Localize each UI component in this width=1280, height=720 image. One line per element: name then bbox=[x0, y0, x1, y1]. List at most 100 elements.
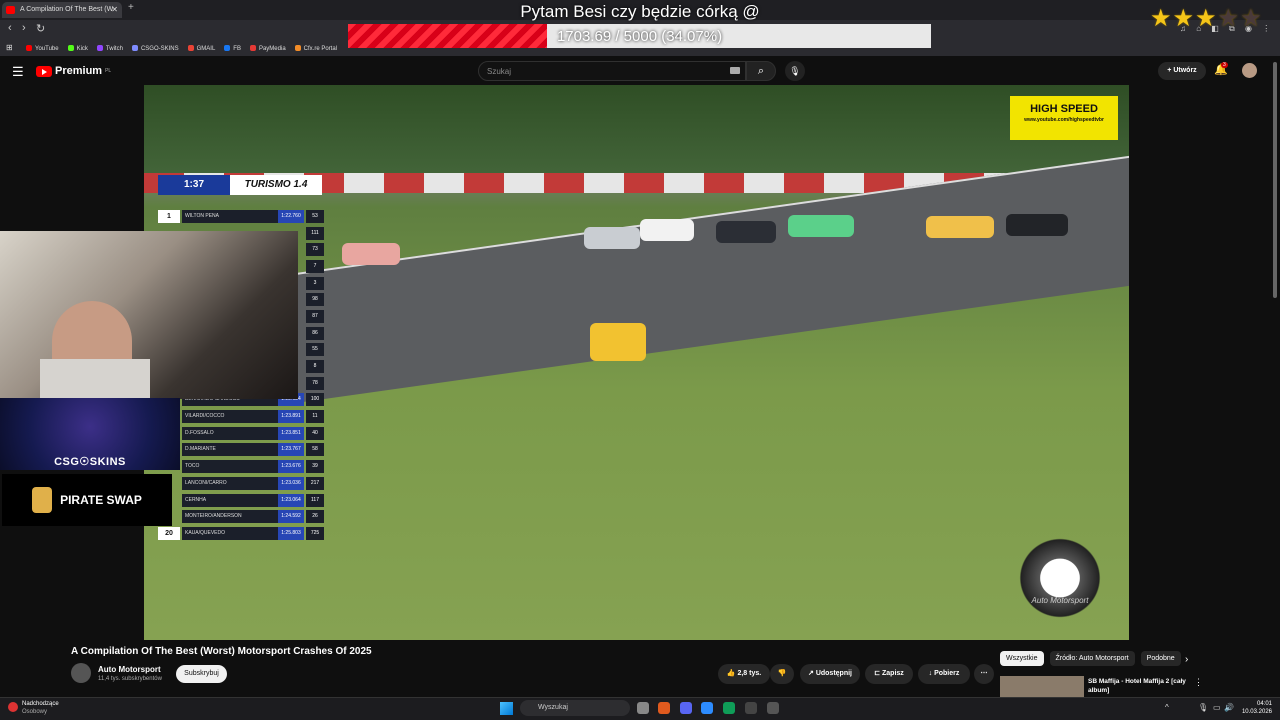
logo-region: PL bbox=[105, 68, 112, 74]
logo-text: Premium bbox=[55, 65, 103, 77]
star-icon: ★ bbox=[1172, 5, 1195, 32]
recommended-title[interactable]: SB Maffija - Hotel Maffija 2 [cały album… bbox=[1088, 677, 1188, 695]
leaderboard-name: CERNHA bbox=[182, 493, 278, 507]
race-car bbox=[1006, 214, 1068, 236]
leaderboard-gap: 87 bbox=[306, 309, 324, 323]
search-icon: ⌕ bbox=[757, 65, 765, 77]
star-icon: ★ bbox=[1217, 5, 1240, 32]
new-tab-button[interactable]: + bbox=[128, 2, 134, 13]
download-label: Pobierz bbox=[934, 670, 960, 677]
more-actions-button[interactable]: ⋯ bbox=[974, 664, 994, 684]
mic-tray-icon[interactable]: 🎙 bbox=[1198, 703, 1208, 712]
leaderboard-pos: 1 bbox=[158, 209, 180, 223]
leaderboard-name: D.FOSSALO bbox=[182, 426, 278, 440]
thumbs-down-icon: 👎 bbox=[777, 670, 787, 677]
filter-chip[interactable]: Źródło: Auto Motorsport bbox=[1049, 651, 1135, 666]
search-input[interactable]: Szukaj bbox=[478, 61, 746, 81]
notification-badge: 3 bbox=[1221, 62, 1228, 68]
voice-search-button[interactable]: 🎙 bbox=[785, 61, 805, 81]
bookmark-item[interactable]: YouTube bbox=[26, 45, 59, 52]
leaderboard-gap: 58 bbox=[306, 443, 324, 457]
bookmark-icon: ⊏ bbox=[874, 670, 881, 677]
clock[interactable]: 04:01 10.03.2026 bbox=[1236, 700, 1272, 716]
browser-tab[interactable]: A Compilation Of The Best (W ✕ bbox=[2, 2, 122, 18]
chevron-right-icon[interactable]: › bbox=[1185, 654, 1188, 665]
leaderboard-time: 1:25.803 bbox=[278, 526, 304, 540]
pirate-swap-banner: PIRATE SWAP bbox=[2, 474, 172, 526]
bookmark-item[interactable]: Twitch bbox=[97, 45, 123, 52]
pirate-swap-label: PIRATE SWAP bbox=[60, 492, 142, 507]
windows-start-icon[interactable] bbox=[500, 702, 513, 715]
tray-chevron-icon[interactable]: ^ bbox=[1165, 703, 1169, 712]
leaderboard-gap: 117 bbox=[306, 493, 324, 507]
more-options-icon[interactable]: ⋮ bbox=[1194, 677, 1203, 688]
save-button[interactable]: ⊏ Zapisz bbox=[865, 664, 913, 684]
reload-icon[interactable]: ↻ bbox=[36, 22, 45, 35]
race-timer: 1:37 TURISMO 1.4 bbox=[158, 175, 322, 195]
download-button[interactable]: ↓ Pobierz bbox=[918, 664, 970, 684]
leaderboard-gap: 725 bbox=[306, 526, 324, 540]
clock-date: 10.03.2026 bbox=[1241, 709, 1272, 715]
brave-icon[interactable] bbox=[658, 702, 670, 714]
menu-icon[interactable]: ☰ bbox=[12, 64, 24, 80]
share-button[interactable]: ↗ Udostępnij bbox=[800, 664, 860, 684]
clock-time: 04:01 bbox=[1256, 701, 1272, 707]
leaderboard-pos: 20 bbox=[158, 526, 180, 540]
taskbar-search[interactable]: Wyszukaj bbox=[520, 700, 630, 716]
goal-progress-bar: 1703.69 / 5000 (34.07%) bbox=[348, 24, 931, 48]
obs-icon[interactable] bbox=[745, 702, 757, 714]
leaderboard-time: 1:22.760 bbox=[278, 209, 304, 223]
bookmark-item[interactable]: PayMedia bbox=[250, 45, 286, 52]
leaderboard-name: KAUA/QUEVEDO bbox=[182, 526, 278, 540]
dislike-button[interactable]: 👎 bbox=[770, 664, 794, 684]
youtube-favicon-icon bbox=[6, 6, 15, 14]
bookmark-item[interactable]: FB bbox=[224, 45, 241, 52]
app-icon[interactable] bbox=[723, 702, 735, 714]
scrollbar[interactable] bbox=[1273, 62, 1277, 298]
discord-icon[interactable] bbox=[680, 702, 692, 714]
leaderboard-gap: 217 bbox=[306, 476, 324, 490]
channel-avatar[interactable] bbox=[71, 663, 91, 683]
leaderboard-time: 1:23.891 bbox=[278, 410, 304, 424]
subscribe-button[interactable]: Subskrybuj bbox=[176, 665, 227, 683]
leaderboard-name: D.MARIANTE bbox=[182, 443, 278, 457]
avatar[interactable] bbox=[1242, 63, 1257, 78]
weather-sub: Osobowy bbox=[22, 709, 48, 715]
leaderboard-gap: 7 bbox=[306, 259, 324, 273]
filter-chip[interactable]: Podobne bbox=[1140, 651, 1181, 666]
search-button[interactable]: ⌕ bbox=[746, 61, 776, 81]
sponsor-url: www.youtube.com/highspeedtvbr bbox=[1024, 117, 1104, 123]
close-tab-icon[interactable]: ✕ bbox=[111, 2, 118, 18]
create-button[interactable]: + Utwórz bbox=[1158, 62, 1206, 80]
weather-widget[interactable]: Nadchodzące Osobowy bbox=[8, 700, 59, 716]
race-car bbox=[926, 216, 994, 238]
task-view-icon[interactable] bbox=[637, 702, 649, 714]
back-icon[interactable]: ‹ bbox=[8, 22, 12, 34]
like-button[interactable]: 👍 2,8 tys. bbox=[718, 664, 770, 684]
bookmark-item[interactable]: Cfx.re Portal bbox=[295, 45, 337, 52]
leaderboard-gap: 100 bbox=[306, 393, 324, 407]
video-scene-trees bbox=[144, 85, 1129, 180]
leaderboard-name: LANCONI/CARRO bbox=[182, 476, 278, 490]
bookmark-item[interactable]: CSGO-SKINS bbox=[132, 45, 179, 52]
app-icon[interactable] bbox=[767, 702, 779, 714]
bookmark-item[interactable]: Kick bbox=[68, 45, 88, 52]
youtube-logo[interactable]: Premium PL bbox=[36, 65, 111, 77]
leaderboard-time: 1:23.064 bbox=[278, 493, 304, 507]
leaderboard-gap: 11 bbox=[306, 410, 324, 424]
keyboard-icon[interactable] bbox=[730, 67, 740, 74]
forward-icon[interactable]: › bbox=[22, 22, 26, 34]
race-car bbox=[788, 215, 854, 237]
leaderboard-row: D.MARIANTE 1:23.767 58 bbox=[158, 442, 324, 459]
channel-name[interactable]: Auto Motorsport bbox=[98, 665, 161, 674]
leaderboard-gap: 98 bbox=[306, 293, 324, 307]
star-icon: ★ bbox=[1240, 5, 1262, 32]
display-icon[interactable]: ▭ bbox=[1213, 703, 1221, 712]
app-icon[interactable] bbox=[701, 702, 713, 714]
star-icon: ★ bbox=[1195, 5, 1217, 32]
leaderboard-time: 1:23.767 bbox=[278, 443, 304, 457]
apps-grid-icon[interactable]: ⊞ bbox=[6, 43, 13, 52]
bookmark-item[interactable]: GMAIL bbox=[188, 45, 216, 52]
volume-icon[interactable]: 🔊 bbox=[1224, 703, 1234, 712]
filter-chip[interactable]: Wszystkie bbox=[1000, 651, 1044, 666]
